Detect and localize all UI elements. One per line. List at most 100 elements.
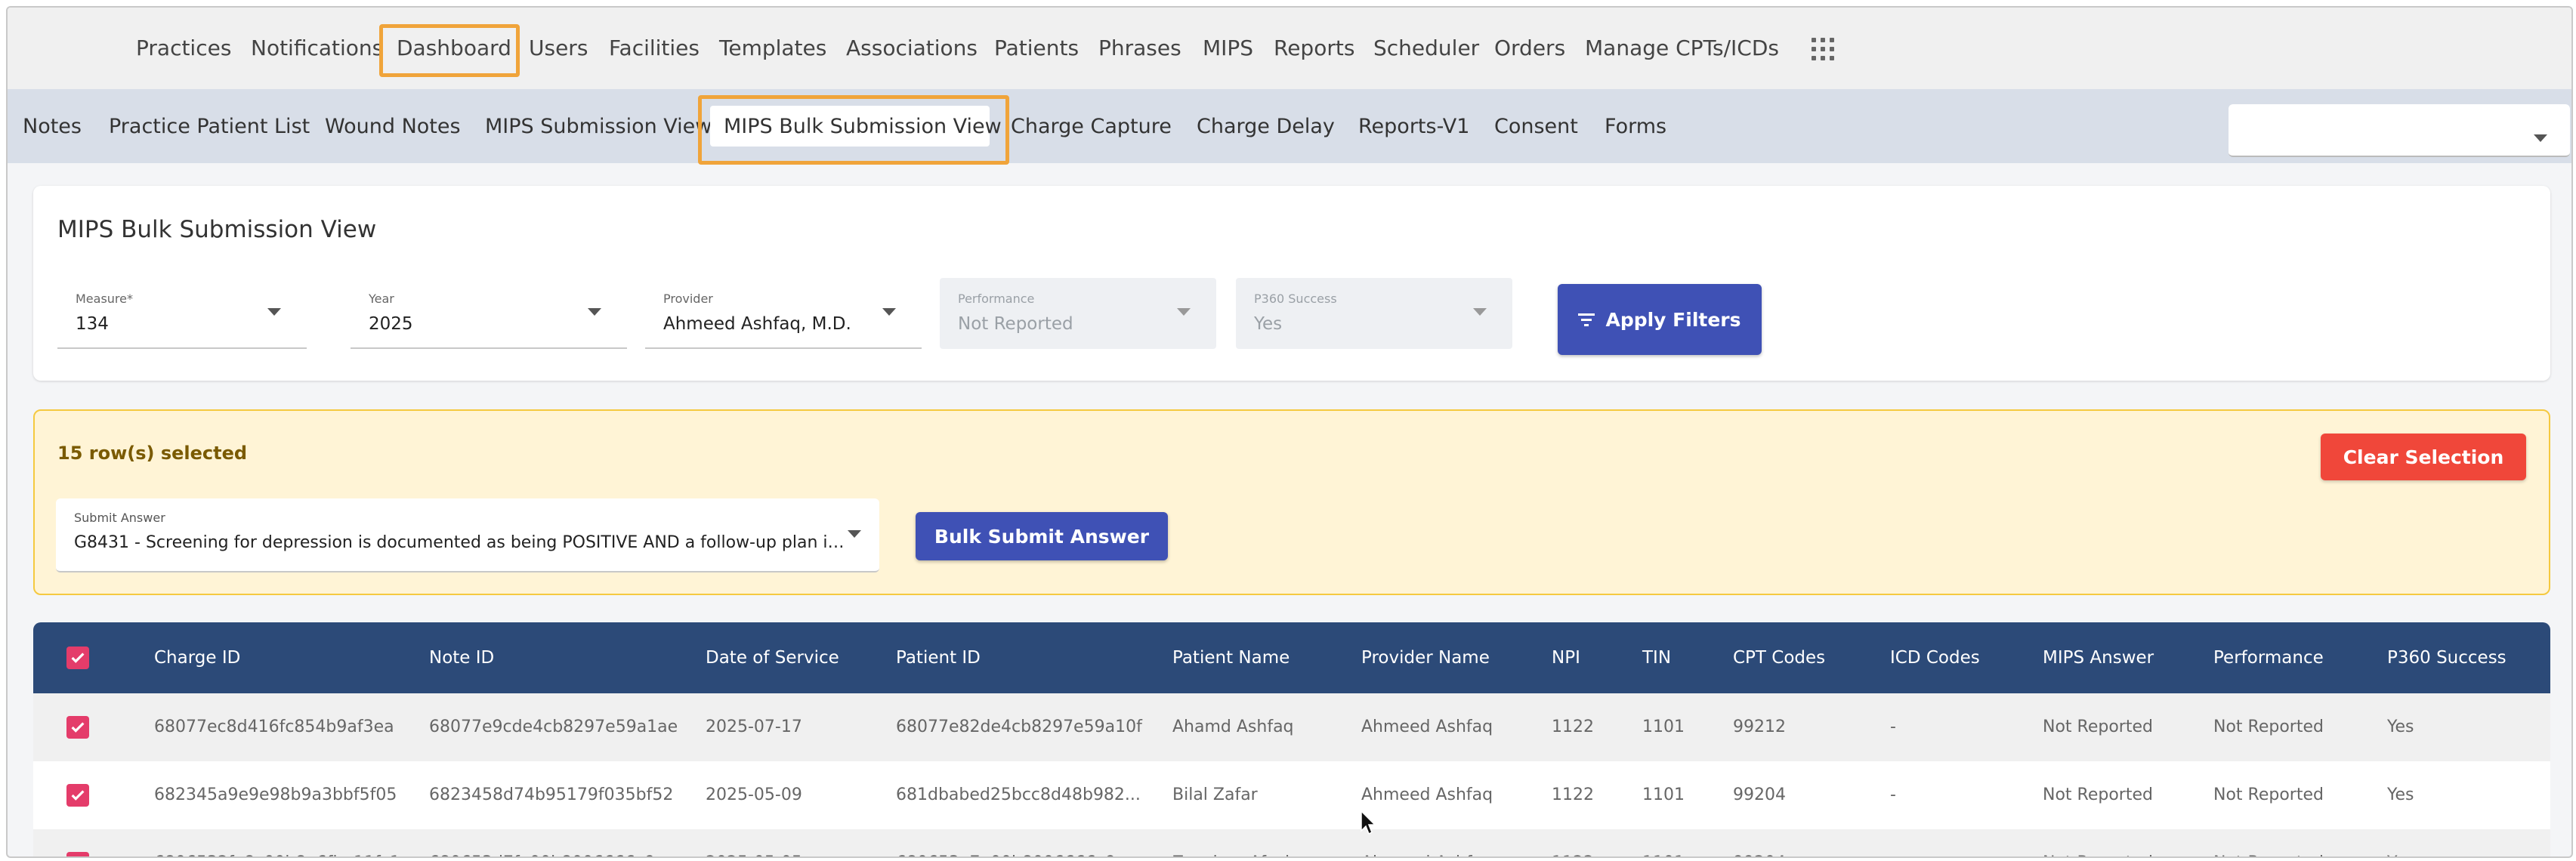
cell-tin: 1101 [1642,718,1685,736]
apps-grid-icon[interactable] [1812,38,1834,60]
measure-select[interactable]: Measure* 134 [57,278,307,349]
table-header: Charge ID Note ID Date of Service Patien… [33,622,2550,693]
tab-reports-v1[interactable]: Reports-V1 [1358,104,1469,150]
row-checkbox[interactable] [66,716,89,739]
cell-performance: Not Reported [2213,718,2324,736]
check-icon [71,722,85,733]
table-row[interactable]: 68077ec8d416fc854b9af3ea 68077e9cde4cb82… [33,693,2550,762]
cell-date-of-service: 2025-05-05 [706,829,802,856]
cell-icd-codes: - [1890,829,1896,856]
tab-charge-capture[interactable]: Charge Capture [1011,104,1172,150]
cell-note-id: 680653d7fa00b8006666c9 [429,829,655,856]
measure-value: 134 [76,314,109,334]
nav-facilities[interactable]: Facilities [609,26,700,71]
year-label: Year [369,292,394,306]
year-value: 2025 [369,314,413,334]
chevron-down-icon [2534,134,2547,142]
nav-phrases[interactable]: Phrases [1098,26,1181,71]
cell-cpt-codes: 99204 [1733,829,1786,856]
column-header-icd-codes[interactable]: ICD Codes [1890,622,1980,693]
nav-dashboard[interactable]: Dashboard [397,26,511,71]
cell-patient-id: 681dbabed25bcc8d48b982... [896,785,1141,804]
cell-performance: Not Reported [2213,829,2324,856]
column-header-p360-success[interactable]: P360 Success [2387,622,2507,693]
cell-provider-name: Ahmeed Ashfaq [1361,829,1493,856]
year-select[interactable]: Year 2025 [351,278,627,349]
tab-mips-submission-view[interactable]: MIPS Submission View [485,104,712,150]
tab-notes[interactable]: Notes [23,104,82,150]
column-header-npi[interactable]: NPI [1552,622,1580,693]
table-row[interactable]: 682345a9e9e98b9a3bbf5f05 6823458d74b9517… [33,761,2550,830]
row-checkbox[interactable] [66,784,89,807]
cell-p360-success: Yes [2387,829,2414,856]
column-header-cpt-codes[interactable]: CPT Codes [1733,622,1825,693]
column-header-patient-id[interactable]: Patient ID [896,622,981,693]
performance-select: Performance Not Reported [940,278,1216,349]
column-header-performance[interactable]: Performance [2213,622,2324,693]
selection-panel: 15 row(s) selected Clear Selection Submi… [33,409,2550,595]
cell-date-of-service: 2025-05-09 [706,785,802,804]
column-header-mips-answer[interactable]: MIPS Answer [2043,622,2154,693]
nav-templates[interactable]: Templates [719,26,826,71]
column-header-provider-name[interactable]: Provider Name [1361,622,1490,693]
submit-answer-select[interactable]: Submit Answer G8431 - Screening for depr… [56,498,879,572]
cell-patient-name: Ahamd Ashfaq [1172,718,1294,736]
nav-manage-cpts-icds[interactable]: Manage CPTs/ICDs [1585,26,1779,71]
cell-p360-success: Yes [2387,718,2414,736]
practice-select[interactable] [2229,104,2570,157]
chevron-down-icon [1177,308,1191,316]
app-window: Practices Notifications Dashboard Users … [6,6,2573,858]
column-header-charge-id[interactable]: Charge ID [154,622,240,693]
column-header-tin[interactable]: TIN [1642,622,1671,693]
cell-patient-id: 68077e82de4cb8297e59a10f [896,718,1142,736]
chevron-down-icon [267,308,281,316]
tab-practice-patient-list[interactable]: Practice Patient List [109,104,310,150]
cell-npi: 1122 [1552,785,1594,804]
cell-date-of-service: 2025-07-17 [706,718,802,736]
column-header-note-id[interactable]: Note ID [429,622,494,693]
select-all-checkbox[interactable] [66,647,89,669]
nav-scheduler[interactable]: Scheduler [1373,26,1479,71]
p360-success-label: P360 Success [1254,292,1337,306]
tab-forms[interactable]: Forms [1605,104,1666,150]
tab-consent[interactable]: Consent [1494,104,1578,150]
cell-mips-answer: Not Reported [2043,785,2153,804]
apply-filters-button[interactable]: Apply Filters [1558,284,1762,355]
bulk-submit-answer-button[interactable]: Bulk Submit Answer [916,512,1168,560]
cell-patient-id: 680653a7e00b8006666c9... [896,829,1132,856]
check-icon [69,855,86,858]
nav-patients[interactable]: Patients [994,26,1079,71]
cell-note-id: 6823458d74b95179f035bf52 [429,785,674,804]
provider-select[interactable]: Provider Ahmeed Ashfaq, M.D. [645,278,922,349]
row-checkbox[interactable] [66,852,89,858]
p360-success-value: Yes [1254,314,1283,334]
check-icon [71,653,85,663]
cell-patient-name: Bilal Zafar [1172,785,1258,804]
cell-mips-answer: Not Reported [2043,829,2153,856]
tab-mips-bulk-submission-view[interactable]: MIPS Bulk Submission View [724,104,1002,150]
column-header-date-of-service[interactable]: Date of Service [706,622,839,693]
chevron-down-icon [1473,308,1487,316]
tab-charge-delay[interactable]: Charge Delay [1197,104,1335,150]
submissions-table: Charge ID Note ID Date of Service Patien… [33,622,2550,858]
top-nav: Practices Notifications Dashboard Users … [8,8,2571,89]
table-row[interactable]: 6806532fe8c00b8a6fbe11fc1 680653d7fa00b8… [33,829,2550,858]
nav-mips[interactable]: MIPS [1203,26,1253,71]
cell-npi: 1122 [1552,718,1594,736]
column-header-patient-name[interactable]: Patient Name [1172,622,1290,693]
nav-notifications[interactable]: Notifications [251,26,383,71]
provider-value: Ahmeed Ashfaq, M.D. [663,314,851,334]
nav-reports[interactable]: Reports [1274,26,1354,71]
nav-practices[interactable]: Practices [136,26,231,71]
check-icon [71,790,85,801]
cell-tin: 1101 [1642,829,1685,856]
nav-orders[interactable]: Orders [1494,26,1565,71]
nav-associations[interactable]: Associations [846,26,978,71]
cell-npi: 1122 [1552,829,1594,856]
submit-answer-label: Submit Answer [74,511,165,525]
cell-icd-codes: - [1890,785,1896,804]
nav-users[interactable]: Users [529,26,588,71]
cell-performance: Not Reported [2213,785,2324,804]
tab-wound-notes[interactable]: Wound Notes [325,104,461,150]
clear-selection-button[interactable]: Clear Selection [2321,434,2526,480]
